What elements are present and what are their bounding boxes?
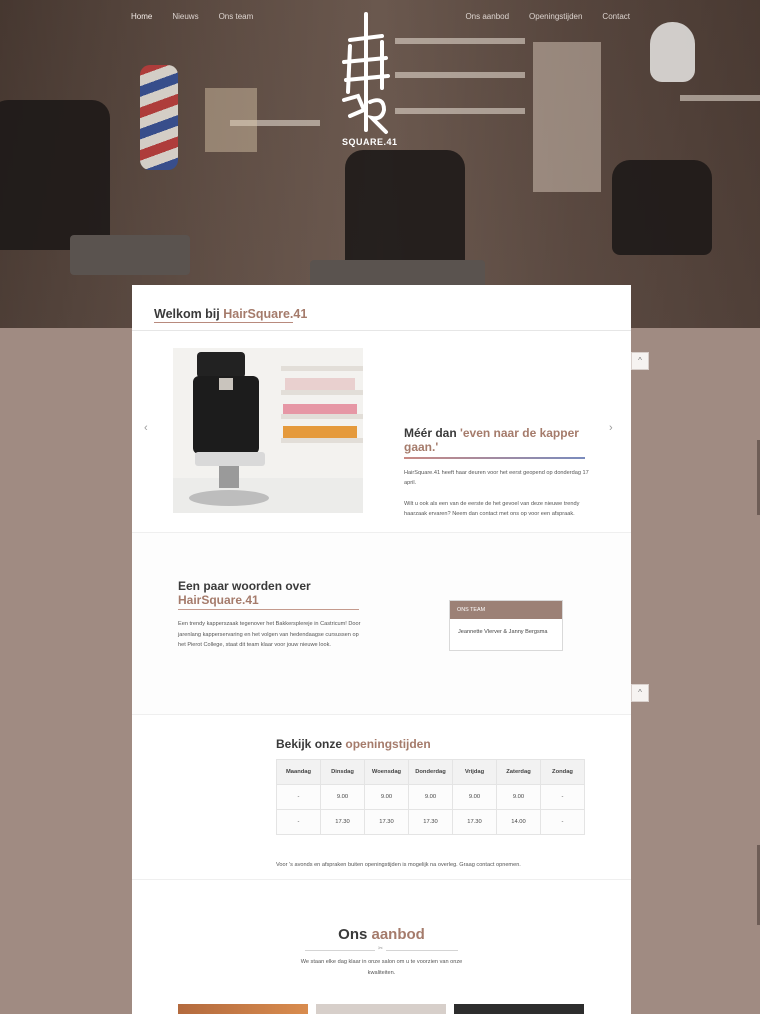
poster-image	[533, 42, 601, 192]
hours-note: Voor 's avonds en afspraken buiten openi…	[276, 862, 521, 868]
offer-paragraph: We staan elke dag klaar in onze salon om…	[300, 959, 463, 976]
offer-heading-prefix: Ons	[338, 926, 372, 943]
about-heading-accent: HairSquare.41	[178, 593, 259, 607]
scroll-up-button[interactable]: ^	[631, 352, 649, 370]
slide-heading-prefix: Méér dan	[404, 426, 461, 440]
table-header-row: Maandag Dinsdag Woensdag Donderdag Vrijd…	[276, 759, 585, 785]
hairsquare-logo[interactable]	[336, 10, 396, 150]
slide-heading: Méér dan 'even naar de kapper gaan.'	[404, 426, 589, 454]
hours-heading-accent: openingstijden	[345, 737, 431, 751]
table-header: Dinsdag	[320, 759, 365, 785]
offer-thumbnail[interactable]	[454, 1004, 584, 1014]
welcome-title: Welkom bij HairSquare.41	[154, 307, 307, 321]
table-header: Maandag	[276, 759, 321, 785]
table-cell: 9.00	[496, 784, 541, 810]
barber-chair-image	[0, 100, 110, 250]
barber-chair-image	[612, 160, 712, 255]
slide-underline	[404, 457, 585, 459]
table-cell: -	[540, 809, 585, 835]
shelf	[395, 38, 525, 44]
about-paragraph: Een trendy kapperszaak tegenover het Bak…	[178, 621, 361, 648]
content-panel: Welkom bij HairSquare.41 ‹ Méér dan 'eve…	[132, 285, 631, 1014]
table-header: Woensdag	[364, 759, 409, 785]
shelf	[395, 72, 525, 78]
opening-hours-section: Bekijk onze openingstijden Maandag Dinsd…	[132, 715, 631, 880]
about-section: Een paar woorden over HairSquare.41 Een t…	[132, 533, 631, 715]
scroll-up-button[interactable]: ^	[631, 684, 649, 702]
opening-hours-table: Maandag Dinsdag Woensdag Donderdag Vrijd…	[276, 759, 585, 835]
intro-slider: ‹ Méér dan 'even naar de kapper gaan.' H…	[132, 331, 631, 533]
nav-contact[interactable]: Contact	[602, 12, 630, 21]
offer-heading: Ons aanbod	[132, 926, 631, 943]
hours-heading-prefix: Bekijk onze	[276, 737, 346, 751]
table-cell: 17.30	[364, 809, 409, 835]
hero-banner: Home Nieuws Ons team Ons aanbod Openings…	[0, 0, 760, 328]
table-header: Zaterdag	[496, 759, 541, 785]
main-nav-left: Home Nieuws Ons team	[131, 12, 253, 21]
table-cell: 17.30	[408, 809, 453, 835]
offer-section: Ons aanbod ✂ We staan elke dag klaar in …	[132, 880, 631, 1014]
table-header: Donderdag	[408, 759, 453, 785]
table-cell: 9.00	[364, 784, 409, 810]
shelf	[680, 95, 760, 101]
offer-heading-accent: aanbod	[371, 926, 425, 943]
offer-thumbnail[interactable]	[178, 1004, 308, 1014]
welcome-header: Welkom bij HairSquare.41	[132, 285, 631, 331]
about-underline	[178, 609, 359, 610]
table-cell: 9.00	[408, 784, 453, 810]
barber-pole	[140, 65, 178, 170]
table-row: - 17.30 17.30 17.30 17.30 14.00 -	[276, 809, 585, 835]
about-heading-prefix: Een paar woorden over	[178, 579, 311, 593]
table-cell: -	[540, 784, 585, 810]
nav-openingstijden[interactable]: Openingstijden	[529, 12, 582, 21]
main-nav-right: Ons aanbod Openingstijden Contact	[465, 12, 630, 21]
welcome-prefix: Welkom bij	[154, 307, 224, 321]
hours-heading: Bekijk onze openingstijden	[276, 737, 431, 751]
hair-dryer-image	[650, 22, 695, 82]
table-cell: 9.00	[320, 784, 365, 810]
scissors-icon: ✂	[375, 945, 387, 952]
slide-paragraph-2: Wilt u ook als een van de eerste de het …	[404, 501, 580, 517]
team-box-title: ONS TEAM	[450, 601, 562, 619]
table-header: Zondag	[540, 759, 585, 785]
table-cell: 9.00	[452, 784, 497, 810]
table-cell: 17.30	[320, 809, 365, 835]
shelf	[395, 108, 525, 114]
team-box-members: Jeannette Vlerver & Janny Bergsma	[458, 629, 548, 635]
table-cell: 17.30	[452, 809, 497, 835]
table-header: Vrijdag	[452, 759, 497, 785]
nav-ons-aanbod[interactable]: Ons aanbod	[465, 12, 509, 21]
chair-base	[70, 235, 190, 275]
about-heading: Een paar woorden over HairSquare.41	[178, 579, 311, 607]
table-row: - 9.00 9.00 9.00 9.00 9.00 -	[276, 784, 585, 810]
team-box: ONS TEAM Jeannette Vlerver & Janny Bergs…	[449, 600, 563, 651]
poster-image	[205, 88, 257, 152]
chevron-right-icon[interactable]: ›	[609, 422, 613, 434]
logo-text: SQUARE.41	[342, 137, 398, 147]
table-cell: -	[276, 784, 321, 810]
chevron-up-icon: ^	[638, 688, 642, 697]
welcome-brand: HairSquare.41	[223, 307, 308, 321]
table-cell: 14.00	[496, 809, 541, 835]
slide-paragraph-1: HairSquare.41 heeft haar deuren voor het…	[404, 470, 589, 486]
chevron-up-icon: ^	[638, 356, 642, 365]
chevron-left-icon[interactable]: ‹	[144, 422, 148, 434]
nav-home[interactable]: Home	[131, 12, 152, 21]
nav-nieuws[interactable]: Nieuws	[172, 12, 198, 21]
table-cell: -	[276, 809, 321, 835]
title-underline	[154, 322, 293, 323]
nav-ons-team[interactable]: Ons team	[219, 12, 254, 21]
salon-chair-photo	[173, 348, 363, 513]
offer-thumbnail[interactable]	[316, 1004, 446, 1014]
